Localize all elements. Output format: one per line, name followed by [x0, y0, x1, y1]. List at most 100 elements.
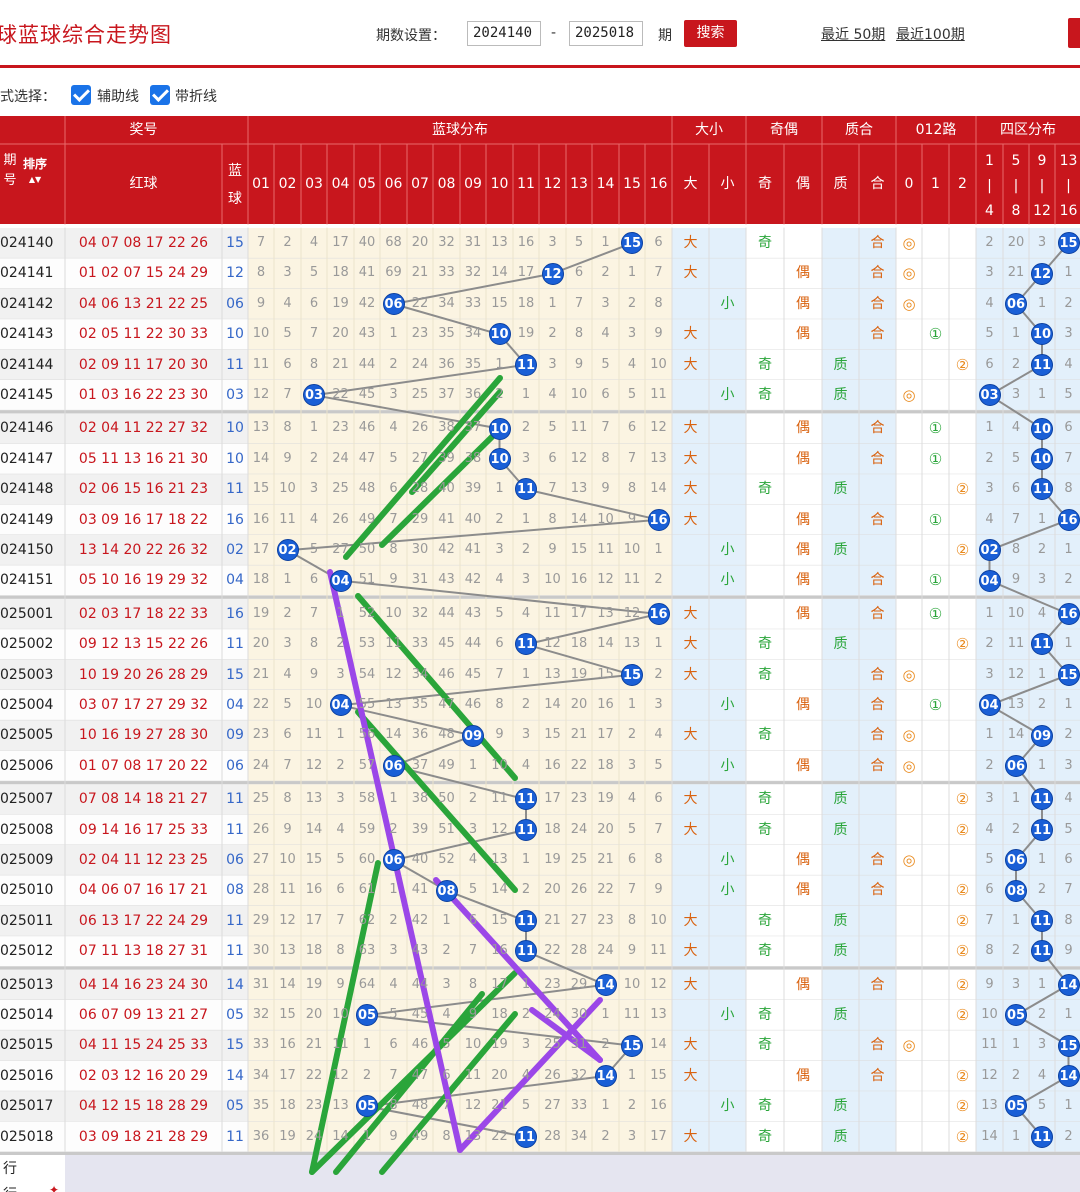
- recent-50-link[interactable]: 最近 50期: [821, 24, 885, 44]
- miss-count: 29: [570, 976, 588, 992]
- miss-count: 44: [438, 605, 455, 621]
- miss-count: 12: [570, 450, 588, 466]
- zone-miss: 5: [1064, 387, 1073, 402]
- miss-count: 20: [597, 821, 614, 837]
- zone-miss: 2: [985, 636, 994, 652]
- oddeven-mark: 奇: [758, 821, 772, 838]
- miss-count: 1: [389, 326, 398, 342]
- miss-count: 18: [491, 1007, 508, 1022]
- bigsmall-mark: 小: [720, 697, 735, 713]
- row-blue-ball: 11: [226, 912, 244, 929]
- start-period-input[interactable]: 2024140: [467, 21, 541, 46]
- row-red-balls: 02 04 11 12 23 25: [78, 852, 209, 868]
- zone-miss: 5: [1064, 821, 1073, 837]
- miss-count: 28: [544, 1128, 561, 1144]
- row-blue-ball: 10: [226, 326, 244, 343]
- row-red-balls: 09 14 16 17 25 33: [78, 821, 209, 838]
- zone-header: 8: [1011, 203, 1021, 219]
- road-mark: ①: [928, 696, 943, 714]
- zone-miss: 5: [985, 852, 994, 867]
- even-header: 偶: [796, 176, 810, 192]
- zone-header: 5: [1011, 153, 1021, 169]
- primecomp-mark: 合: [870, 697, 885, 713]
- end-period-input[interactable]: 2025018: [569, 21, 643, 46]
- miss-count: 3: [627, 326, 637, 342]
- row-blue-ball: 05: [226, 1098, 244, 1115]
- miss-count: 49: [438, 757, 455, 773]
- row-red-balls: 05 10 16 19 29 32: [78, 572, 209, 589]
- miss-count: 45: [411, 1007, 429, 1022]
- more-button[interactable]: [1068, 18, 1080, 48]
- zone-miss: 6: [985, 356, 994, 372]
- recent-100-link[interactable]: 最近100期: [896, 24, 965, 44]
- primecomp-mark: 合: [870, 1067, 885, 1084]
- bigsmall-mark: 大: [683, 420, 698, 437]
- miss-count: 17: [279, 1067, 296, 1083]
- row-period: 025009: [0, 852, 54, 868]
- row-red-balls: 06 07 09 13 21 27: [78, 1007, 209, 1023]
- miss-count: 10: [279, 852, 296, 867]
- row-period: 025015: [0, 1037, 54, 1054]
- miss-count: 10: [650, 356, 667, 372]
- search-button[interactable]: 搜索: [684, 20, 737, 47]
- road-mark: ②: [955, 1097, 970, 1116]
- miss-count: 6: [468, 912, 478, 928]
- miss-count: 14: [252, 450, 270, 466]
- miss-count: 43: [464, 605, 482, 621]
- miss-count: 17: [305, 912, 323, 928]
- zone-ball-hit: 06: [1005, 293, 1027, 315]
- miss-count: 2: [495, 387, 504, 402]
- bigsmall-mark: 大: [683, 605, 698, 622]
- miss-count: 33: [252, 1037, 270, 1053]
- miss-count: 13: [279, 943, 296, 959]
- group-award: 奖号: [129, 122, 158, 138]
- row-blue-ball: 11: [226, 791, 244, 808]
- bigsmall-mark: 大: [683, 450, 698, 467]
- miss-count: 17: [597, 727, 614, 743]
- miss-count: 20: [411, 235, 429, 250]
- miss-count: 21: [332, 356, 349, 372]
- miss-count: 22: [411, 295, 429, 311]
- miss-count: 11: [597, 542, 614, 557]
- road-mark: ①: [928, 449, 943, 468]
- miss-count: 8: [654, 852, 663, 867]
- aux-line-checkbox[interactable]: [71, 85, 91, 105]
- miss-count: 6: [654, 791, 663, 807]
- footer-row1-label: 行: [3, 1161, 17, 1177]
- road-mark: ②: [955, 355, 970, 374]
- miss-count: 45: [438, 636, 455, 652]
- miss-count: 23: [305, 1098, 323, 1114]
- row-red-balls: 04 07 08 17 22 26: [78, 235, 209, 251]
- miss-count: 5: [627, 821, 637, 837]
- zone-ball-hit: 11: [1031, 910, 1053, 932]
- miss-count: 16: [597, 697, 614, 712]
- blue-number-header: 01: [252, 176, 270, 192]
- miss-count: 22: [570, 757, 588, 773]
- oddeven-mark: 奇: [758, 1128, 772, 1145]
- blue-number-header: 02: [278, 176, 297, 192]
- group-primecomp: 质合: [845, 122, 873, 138]
- row-period: 025005: [0, 727, 54, 744]
- miss-count: 11: [464, 1067, 482, 1083]
- miss-count: 1: [654, 542, 663, 557]
- zone-ball-hit: 03: [978, 384, 1001, 407]
- blue-number-header: 13: [570, 176, 588, 192]
- zone-ball-hit: 11: [1031, 478, 1053, 501]
- sort-button[interactable]: 排序: [20, 154, 50, 174]
- zone-miss: 1: [1037, 666, 1047, 682]
- trend-line-checkbox[interactable]: [150, 85, 170, 105]
- miss-count: 1: [654, 636, 663, 652]
- miss-count: 7: [654, 265, 663, 281]
- miss-count: 6: [336, 882, 345, 898]
- row-period: 025017: [0, 1098, 54, 1115]
- miss-count: 30: [252, 943, 270, 959]
- zone-ball-hit: 11: [1031, 788, 1053, 811]
- zone-miss: 8: [1064, 912, 1073, 928]
- miss-count: 15: [650, 1067, 667, 1083]
- row-blue-ball: 03: [226, 387, 244, 403]
- blue-ball-hit: 16: [647, 508, 670, 531]
- miss-count: 43: [438, 572, 455, 588]
- zone-miss: 9: [985, 976, 994, 992]
- blue-ball-hit: 11: [515, 910, 537, 932]
- miss-count: 5: [654, 757, 663, 773]
